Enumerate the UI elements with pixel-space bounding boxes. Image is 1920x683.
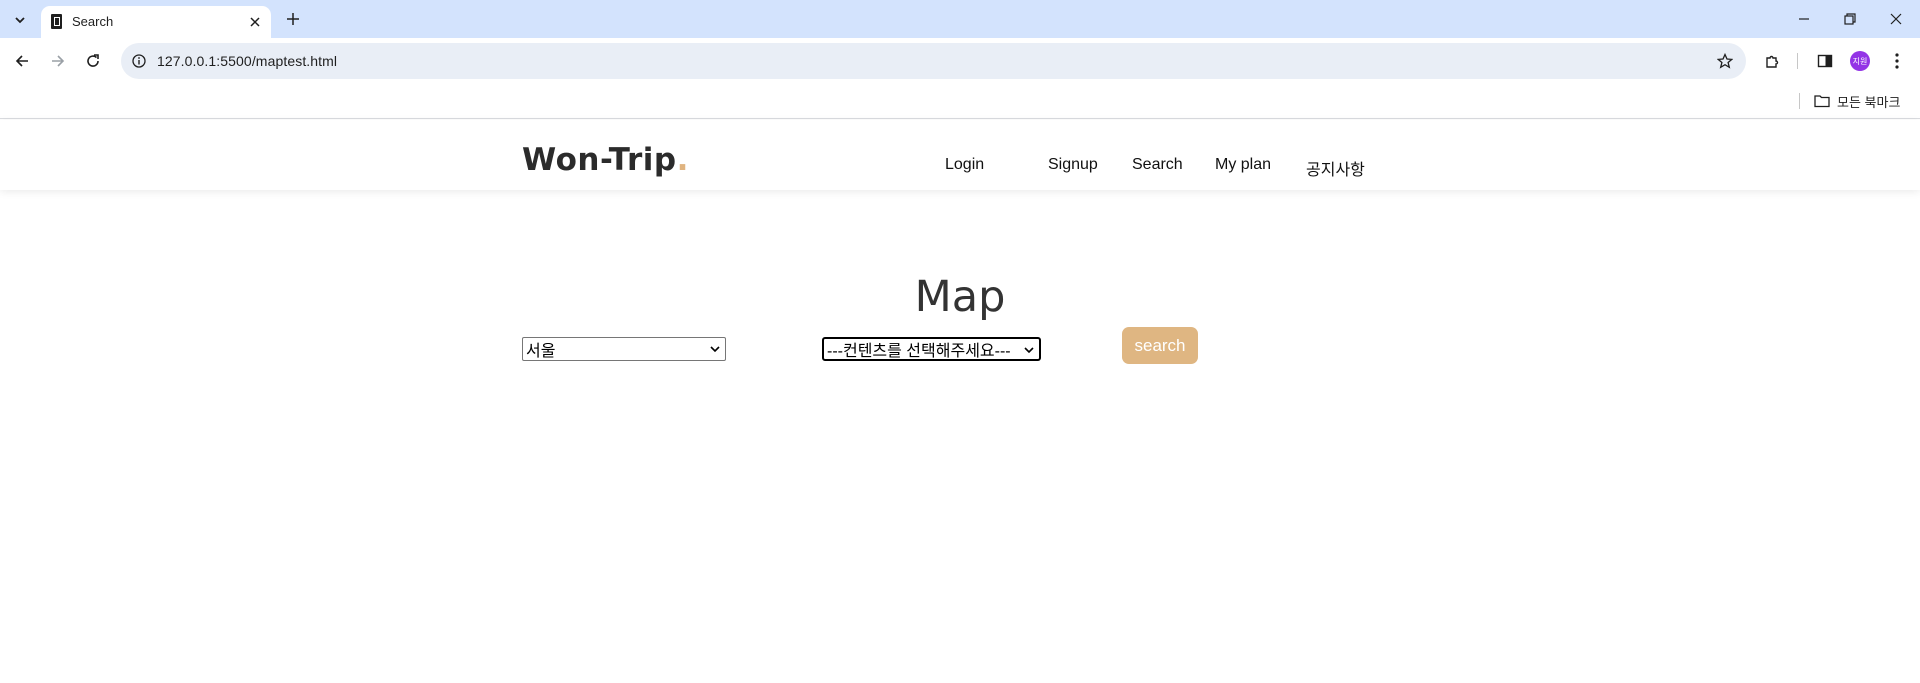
minimize-icon [1799,18,1809,20]
nav-login[interactable]: Login [945,156,984,174]
side-panel-button[interactable] [1811,47,1839,75]
logo-text: Won-Trip [522,142,677,178]
content-select[interactable]: ---컨텐츠를 선택해주세요--- [822,337,1041,361]
chevron-down-icon [710,346,720,353]
tab-title: Search [72,14,114,29]
new-tab-button[interactable] [282,8,304,30]
arrow-left-icon [15,55,28,67]
nav-notice[interactable]: 공지사항 [1306,156,1365,180]
puzzle-icon [1765,55,1778,68]
region-select[interactable]: 서울 [522,337,726,361]
browser-toolbar: 127.0.0.1:5500/maptest.html 지원 [0,38,1920,84]
tab-close-button[interactable] [247,14,263,30]
extensions-button[interactable] [1758,47,1786,75]
address-bar[interactable]: 127.0.0.1:5500/maptest.html [121,43,1746,79]
tab-search-button[interactable] [6,8,34,32]
folder-icon [1814,95,1830,108]
region-select-value: 서울 [526,343,556,360]
restore-button[interactable] [1827,6,1873,32]
chevron-down-icon [15,17,25,24]
star-icon [1717,53,1733,69]
bookmark-star-button[interactable] [1714,50,1736,72]
arrow-right-icon [52,55,65,67]
side-panel-icon [1817,54,1833,68]
more-vertical-icon [1895,53,1899,69]
chevron-down-icon [1024,347,1034,354]
logo-dot: . [676,142,689,178]
reload-button[interactable] [79,47,107,75]
site-header: Won-Trip. Login Signup Search My plan 공지… [0,120,1920,190]
document-favicon-icon [51,14,62,29]
browser-menu-button[interactable] [1883,47,1911,75]
back-button[interactable] [8,47,36,75]
profile-avatar[interactable]: 지원 [1850,51,1870,71]
page-title: Map [914,272,1006,322]
close-icon [1890,13,1902,25]
page-viewport: Won-Trip. Login Signup Search My plan 공지… [0,120,1920,683]
toolbar-divider [1797,53,1798,69]
site-logo[interactable]: Won-Trip. [522,142,689,178]
restore-icon [1844,13,1856,25]
nav-signup[interactable]: Signup [1048,156,1098,174]
url-text: 127.0.0.1:5500/maptest.html [157,53,338,69]
site-info-button[interactable] [129,51,149,71]
reload-icon [87,54,99,67]
close-window-button[interactable] [1873,6,1919,32]
browser-tab-active[interactable]: Search [41,6,271,38]
bookmark-bar: 모든 북마크 [0,84,1920,119]
tab-strip: Search [0,0,1920,38]
plus-icon [287,13,299,25]
minimize-button[interactable] [1781,6,1827,32]
nav-search[interactable]: Search [1132,156,1183,174]
info-icon [132,54,146,68]
nav-my-plan[interactable]: My plan [1215,156,1271,174]
bookmark-divider [1799,93,1800,109]
all-bookmarks-label: 모든 북마크 [1837,94,1901,110]
all-bookmarks-button[interactable]: 모든 북마크 [1814,90,1900,112]
search-button[interactable]: search [1122,327,1198,364]
forward-button[interactable] [44,47,72,75]
content-select-value: ---컨텐츠를 선택해주세요--- [827,343,1011,360]
close-icon [250,17,260,27]
